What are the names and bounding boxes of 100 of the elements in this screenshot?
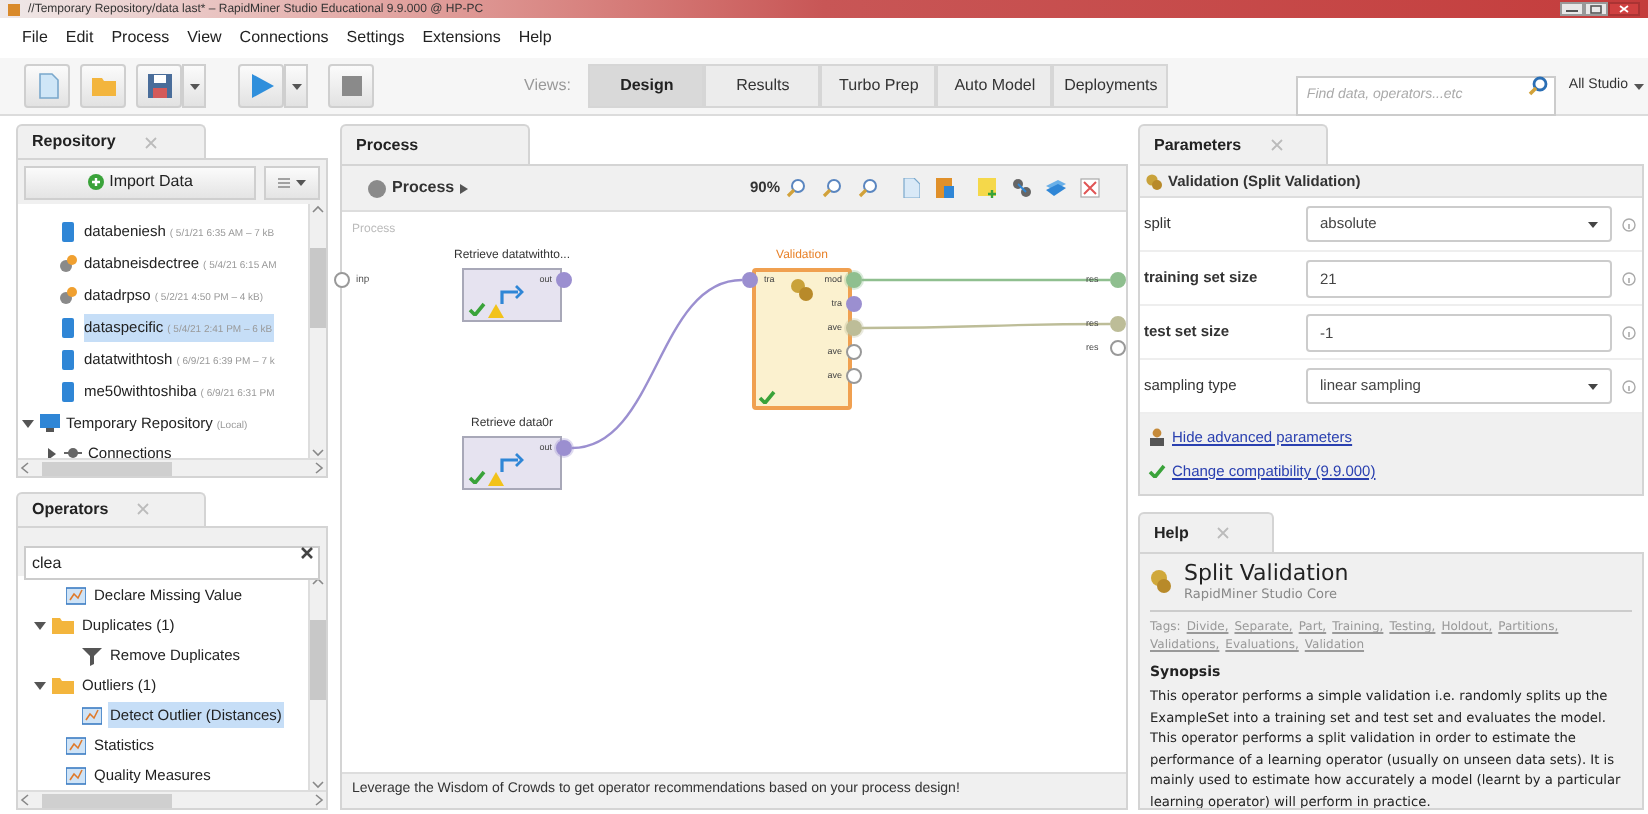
layers-icon[interactable] (1046, 178, 1066, 198)
import-data-button[interactable]: Import Data (24, 165, 256, 200)
gears-icon (1150, 570, 1172, 594)
view-tab[interactable]: Auto Model (936, 64, 1053, 108)
maximize-icon[interactable] (1584, 2, 1608, 16)
port[interactable] (846, 296, 862, 312)
port[interactable] (846, 344, 862, 360)
gears-icon (1146, 173, 1162, 189)
page-icon[interactable] (902, 178, 920, 198)
menu-item[interactable]: File (22, 26, 48, 50)
menu-item[interactable]: Process (111, 26, 170, 50)
view-tab[interactable]: Deployments (1052, 64, 1169, 108)
operator-icon (66, 735, 86, 755)
expanded-triangle-icon[interactable] (22, 417, 34, 430)
view-tab[interactable]: Design (588, 64, 705, 108)
model-icon (58, 286, 78, 307)
open-button[interactable] (80, 64, 126, 108)
scrollbar[interactable] (308, 204, 326, 459)
save-icon (145, 72, 173, 100)
note-icon[interactable] (978, 178, 998, 198)
menu-item[interactable]: Connections (239, 26, 329, 50)
clear-icon[interactable] (300, 545, 314, 559)
panel-tab[interactable]: Operators (16, 491, 206, 526)
grid-icon[interactable] (1080, 178, 1100, 198)
menu-item[interactable]: Extensions (422, 26, 501, 50)
document-icon[interactable] (936, 178, 954, 198)
menu-icon (278, 177, 290, 188)
search-field[interactable]: clea (24, 545, 320, 579)
menu-item[interactable]: Edit (65, 26, 94, 50)
collapsed-triangle-icon[interactable] (46, 447, 58, 459)
operator-node[interactable] (752, 268, 852, 410)
panel-tab[interactable]: Help (1138, 512, 1274, 552)
caret-icon (296, 179, 306, 186)
circle-icon (368, 179, 386, 197)
run-button[interactable] (238, 64, 284, 108)
plug-icon (64, 446, 82, 459)
dropdown-button[interactable] (284, 64, 308, 108)
folder-icon (52, 616, 74, 634)
expanded-triangle-icon[interactable] (34, 679, 46, 691)
app-icon (8, 3, 20, 15)
connection-line[interactable] (862, 278, 1110, 282)
new-button[interactable] (24, 64, 70, 108)
port[interactable] (1110, 316, 1126, 332)
save-button[interactable] (136, 64, 182, 108)
scroll-up-icon (312, 204, 324, 217)
connection-line[interactable] (571, 278, 743, 450)
view-tab[interactable]: Results (704, 64, 821, 108)
person-icon (1148, 428, 1166, 446)
port[interactable] (556, 272, 572, 288)
view-tab[interactable]: Turbo Prep (820, 64, 937, 108)
close-icon[interactable] (1608, 2, 1640, 16)
stop-button[interactable] (328, 64, 374, 108)
info-icon[interactable] (1622, 325, 1636, 339)
magnifier-icon[interactable] (858, 178, 878, 198)
check-icon (1148, 464, 1166, 478)
scrollbar[interactable] (18, 790, 326, 808)
info-icon[interactable] (1622, 271, 1636, 285)
port[interactable] (1110, 272, 1126, 288)
help-title: Split Validation (1184, 560, 1349, 586)
scrollbar[interactable] (18, 458, 326, 477)
panel-tab[interactable]: Repository (16, 124, 206, 159)
panel-tab[interactable]: Process (340, 124, 530, 164)
dropdown-button[interactable] (182, 64, 206, 108)
scroll-left-icon (18, 462, 34, 475)
port[interactable] (846, 320, 862, 336)
panel-tab[interactable]: Parameters (1138, 124, 1328, 164)
caret-icon (1588, 221, 1598, 227)
caret-icon (460, 183, 469, 193)
model-icon (58, 254, 78, 275)
port[interactable] (334, 272, 350, 288)
folder-icon (52, 676, 74, 694)
scrollbar[interactable] (308, 576, 326, 790)
expanded-triangle-icon[interactable] (34, 619, 46, 631)
menu-button[interactable] (264, 165, 320, 200)
connection-line[interactable] (862, 322, 1110, 330)
port[interactable] (556, 440, 572, 456)
retrieve-arrow-icon (500, 284, 524, 304)
new-icon (33, 72, 61, 100)
operator-icon (66, 585, 86, 605)
port[interactable] (742, 272, 758, 288)
port[interactable] (1110, 340, 1126, 356)
info-icon[interactable] (1622, 379, 1636, 393)
minimize-icon[interactable] (1560, 2, 1584, 16)
data-icon (58, 350, 78, 371)
port[interactable] (846, 368, 862, 384)
data-icon (58, 318, 78, 339)
magnifier-icon[interactable] (786, 178, 806, 198)
search-icon[interactable] (1528, 76, 1549, 96)
caret-icon (189, 83, 199, 89)
operator-node[interactable] (462, 436, 562, 490)
scroll-left-icon (18, 794, 34, 806)
stop-icon (337, 72, 365, 100)
magnifier-icon[interactable] (822, 178, 842, 198)
menu-item[interactable]: View (187, 26, 222, 50)
info-icon[interactable] (1622, 217, 1636, 231)
menu-item[interactable]: Settings (346, 26, 405, 50)
nodes-icon[interactable] (1012, 178, 1032, 198)
port[interactable] (846, 272, 862, 288)
menu-item[interactable]: Help (518, 26, 552, 50)
breadcrumb[interactable]: Process (368, 176, 469, 200)
